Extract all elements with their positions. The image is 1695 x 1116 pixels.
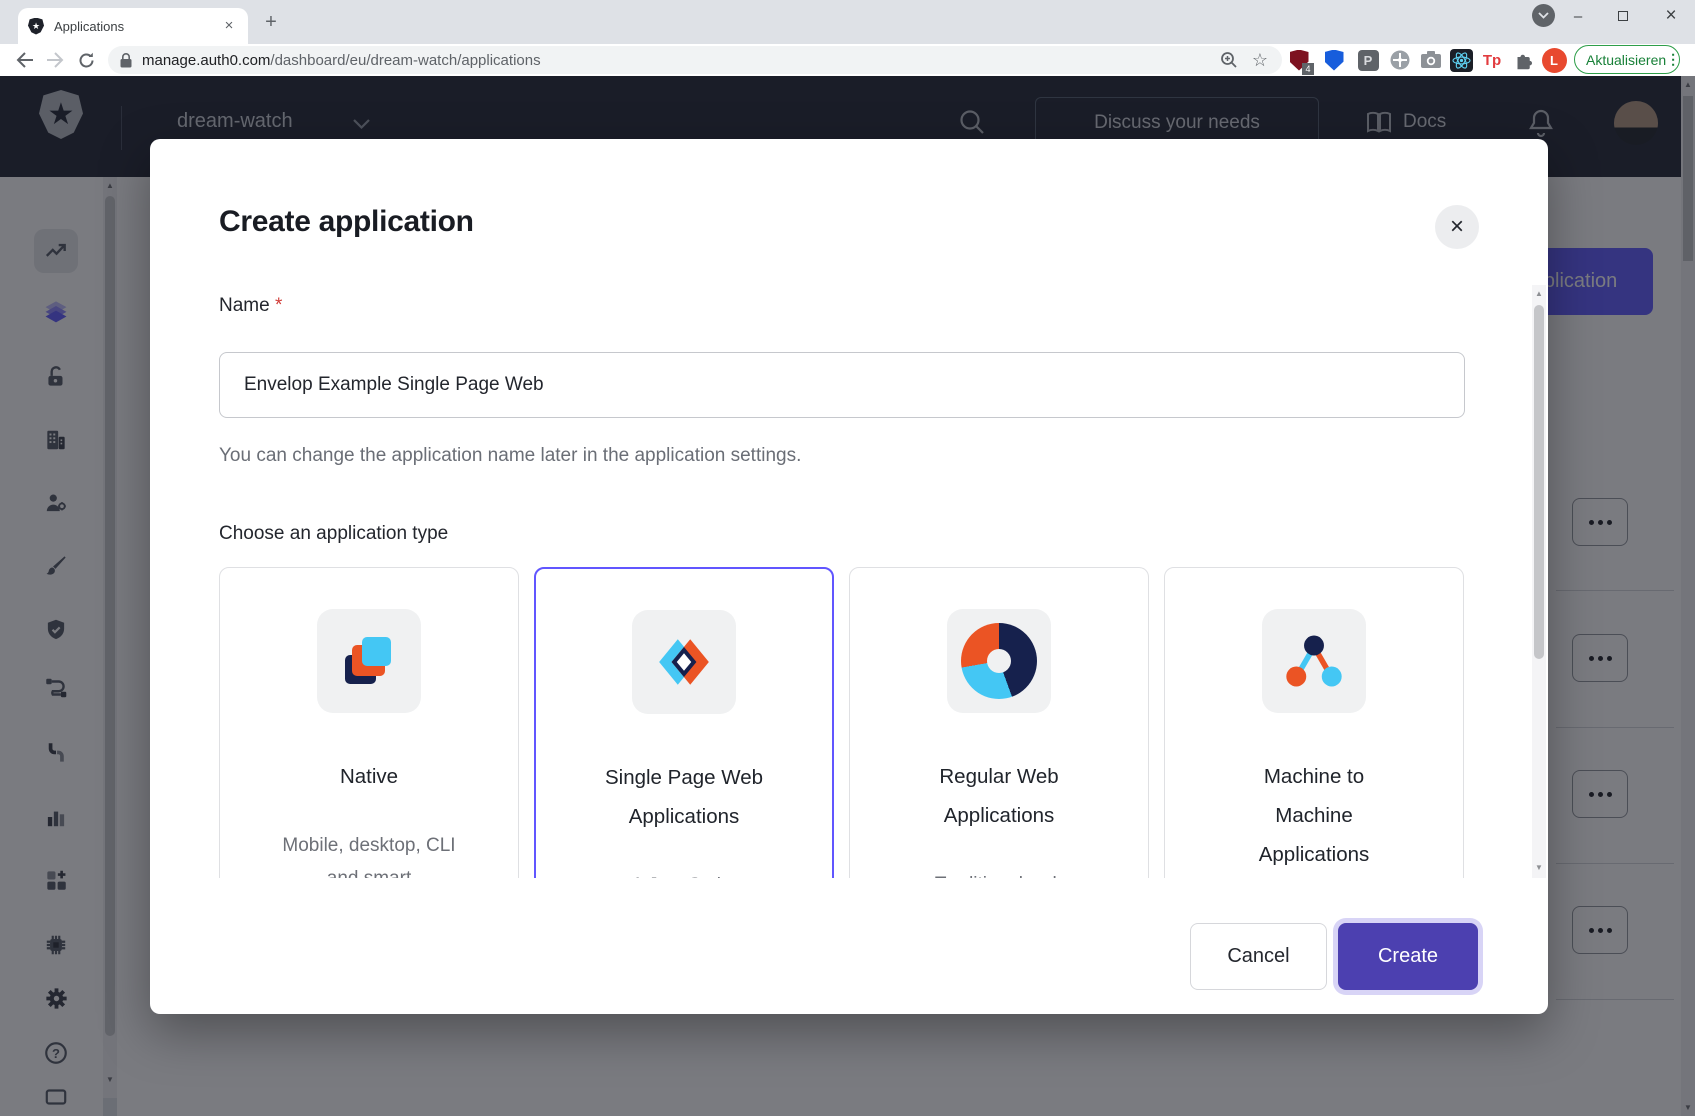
window-close-button[interactable]: × xyxy=(1656,4,1686,28)
screen: ★ Applications × + – × manage.auth0.com/… xyxy=(0,0,1695,1116)
card-description: Mobile, desktop, CLI and smart xyxy=(282,829,457,878)
maximize-icon xyxy=(1618,11,1628,21)
application-name-input[interactable] xyxy=(219,352,1465,418)
browser-tabstrip: ★ Applications × + – × xyxy=(0,0,1695,44)
bookmark-star-icon[interactable]: ☆ xyxy=(1252,50,1268,71)
lock-icon xyxy=(120,53,132,68)
create-label: Create xyxy=(1378,945,1438,968)
modal-scrollbar[interactable]: ▲ ▼ xyxy=(1532,285,1546,878)
required-asterisk: * xyxy=(275,295,282,316)
close-icon: × xyxy=(1450,213,1464,241)
window-minimize-button[interactable]: – xyxy=(1563,4,1593,28)
ublock-extension-icon[interactable]: 4 xyxy=(1286,47,1312,73)
app-type-card-native[interactable]: Native Mobile, desktop, CLI and smart xyxy=(219,567,519,878)
card-description: A JavaScript xyxy=(597,869,772,878)
bitwarden-extension-icon[interactable] xyxy=(1321,47,1347,73)
zoom-in-icon[interactable] xyxy=(1220,51,1238,69)
back-icon[interactable] xyxy=(13,48,37,72)
app-type-card-regular-web[interactable]: Regular Web Applications Traditional web xyxy=(849,567,1149,878)
choose-type-label: Choose an application type xyxy=(219,523,448,545)
card-title: Native xyxy=(279,757,459,796)
browser-menu-dots-icon[interactable]: ⋮ xyxy=(1666,57,1680,62)
modal-scroll-area: Name * You can change the application na… xyxy=(150,285,1532,878)
card-title: Machine to Machine Applications xyxy=(1224,757,1404,874)
name-helper-text: You can change the application name late… xyxy=(219,445,801,467)
address-bar[interactable]: manage.auth0.com/dashboard/eu/dream-watc… xyxy=(108,46,1282,74)
modal-title: Create application xyxy=(219,205,474,239)
react-devtools-extension-icon[interactable] xyxy=(1448,47,1474,73)
modal-scroll-up-icon[interactable]: ▲ xyxy=(1532,289,1546,298)
browser-profile-avatar[interactable]: L xyxy=(1541,47,1567,73)
spa-icon xyxy=(632,610,736,714)
update-browser-label: Aktualisieren xyxy=(1586,52,1666,68)
forward-icon[interactable] xyxy=(43,48,67,72)
app-type-card-m2m[interactable]: Machine to Machine Applications xyxy=(1164,567,1464,878)
profile-initial: L xyxy=(1542,48,1567,73)
tp-extension-icon[interactable]: Tp xyxy=(1479,47,1505,73)
reload-icon[interactable] xyxy=(74,48,98,72)
cancel-label: Cancel xyxy=(1227,945,1289,968)
regular-web-icon xyxy=(947,609,1051,713)
card-title: Regular Web Applications xyxy=(909,757,1089,835)
p-extension-icon[interactable]: P xyxy=(1355,47,1381,73)
modal-scroll-down-icon[interactable]: ▼ xyxy=(1532,863,1546,872)
browser-toolbar: manage.auth0.com/dashboard/eu/dream-watc… xyxy=(0,44,1695,76)
tab-close-icon[interactable]: × xyxy=(220,17,238,35)
name-label: Name * xyxy=(219,295,282,317)
create-application-modal: Create application × Name * You can chan… xyxy=(150,139,1548,1014)
auth0-favicon-icon: ★ xyxy=(28,18,44,35)
cancel-button[interactable]: Cancel xyxy=(1190,923,1327,990)
p-extension-glyph: P xyxy=(1358,50,1379,71)
ublock-badge: 4 xyxy=(1302,63,1314,75)
browser-tab-applications[interactable]: ★ Applications × xyxy=(18,8,248,44)
create-button[interactable]: Create xyxy=(1338,923,1478,990)
card-description: Traditional web xyxy=(912,868,1087,878)
new-tab-button[interactable]: + xyxy=(260,12,282,34)
modal-scrollbar-thumb[interactable] xyxy=(1534,305,1544,659)
modal-close-button[interactable]: × xyxy=(1435,205,1479,249)
crosshair-extension-icon[interactable] xyxy=(1387,47,1413,73)
tab-title: Applications xyxy=(54,19,220,34)
app-type-card-spa[interactable]: Single Page Web Applications A JavaScrip… xyxy=(534,567,834,878)
bitwarden-shield-icon xyxy=(1325,50,1344,71)
update-browser-button[interactable]: Aktualisieren ⋮ xyxy=(1574,45,1680,74)
tab-search-icon[interactable] xyxy=(1532,4,1555,27)
extensions-puzzle-icon[interactable] xyxy=(1511,47,1537,73)
card-title: Single Page Web Applications xyxy=(594,758,774,836)
m2m-icon xyxy=(1262,609,1366,713)
url-text: manage.auth0.com/dashboard/eu/dream-watc… xyxy=(142,52,541,69)
native-icon xyxy=(317,609,421,713)
window-maximize-button[interactable] xyxy=(1608,4,1638,28)
camera-extension-icon[interactable] xyxy=(1418,47,1444,73)
